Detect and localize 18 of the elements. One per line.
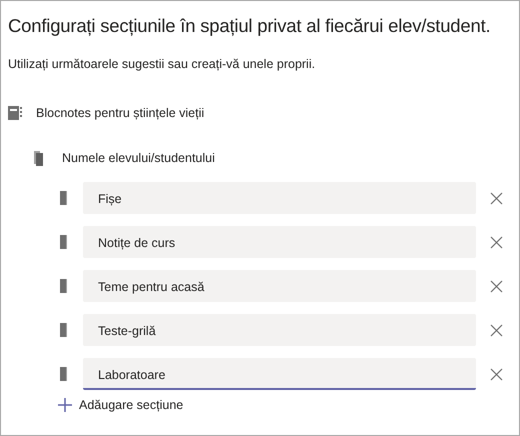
add-section-button[interactable]: Adăugare secțiune — [58, 398, 184, 412]
instruction-text: Utilizați următoarele sugestii sau creați-vă unele proprii. — [8, 57, 316, 71]
section-name-field[interactable]: Teme pentru acasă — [83, 270, 476, 302]
section-icon — [60, 323, 67, 337]
section-name-field[interactable]: Laboratoare — [83, 358, 476, 390]
notebook-icon — [8, 106, 22, 120]
section-icon — [60, 191, 67, 205]
section-name-field[interactable]: Fișe — [83, 182, 476, 214]
section-icon — [60, 235, 67, 249]
dialog-heading: Configurați secțiunile în spațiul privat al fiecărui elev/student. — [8, 15, 492, 37]
notebook-name: Blocnotes pentru științele vieții — [36, 106, 204, 120]
section-icon — [60, 367, 67, 381]
plus-icon — [58, 398, 72, 412]
section-icon — [60, 279, 67, 293]
section-name-field[interactable]: Notițe de curs — [83, 226, 476, 258]
section-name-field[interactable]: Teste-grilă — [83, 314, 476, 346]
section-group-icon — [34, 150, 44, 166]
student-folder-name: Numele elevului/studentului — [62, 151, 215, 165]
